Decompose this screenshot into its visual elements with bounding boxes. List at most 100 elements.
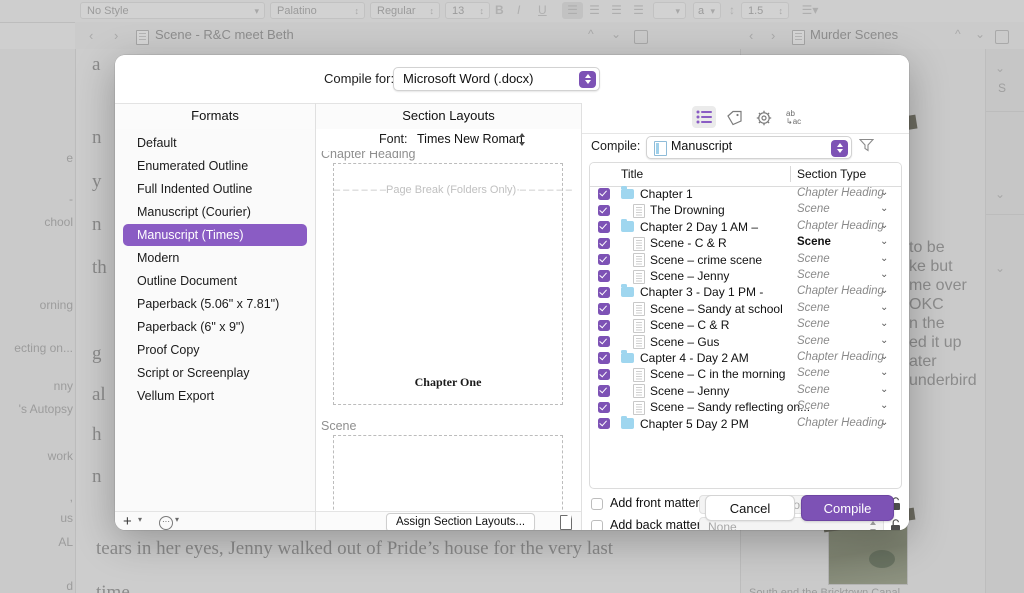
weight-dropdown[interactable]: Regular ↕ — [370, 2, 440, 19]
table-row[interactable]: The Drowning Scene ⌄ — [590, 202, 901, 218]
chevron-down-icon[interactable]: ⌄ — [880, 203, 888, 214]
row-checkbox[interactable] — [598, 253, 610, 266]
text-color-button[interactable]: a ▾ — [693, 2, 721, 19]
chevron-down-icon[interactable]: ⌄ — [880, 236, 888, 247]
replacements-icon[interactable]: ab ↳ac — [782, 106, 808, 128]
chevron-down-icon[interactable]: ⌄ — [880, 187, 888, 198]
tag-icon[interactable] — [722, 106, 746, 128]
table-row[interactable]: Scene – Jenny Scene ⌄ — [590, 383, 901, 399]
forward-icon[interactable]: › — [771, 28, 775, 43]
binder-item[interactable]: AL — [58, 535, 73, 549]
chevron-down-icon[interactable]: ⌄ — [995, 61, 1005, 75]
row-checkbox[interactable] — [598, 319, 610, 332]
chevron-down-icon[interactable]: ⌄ — [880, 335, 888, 346]
row-checkbox[interactable] — [598, 352, 610, 364]
add-format-button[interactable]: + — [123, 513, 132, 530]
table-row[interactable]: Scene – C & R Scene ⌄ — [590, 317, 901, 333]
chevron-down-icon[interactable]: ⌄ — [975, 27, 985, 41]
align-left-icon[interactable]: ☰ — [562, 2, 583, 19]
binder-item[interactable]: ecting on... — [14, 341, 73, 355]
compile-button[interactable]: Compile — [801, 495, 894, 521]
font-dropdown[interactable]: Palatino ↕ — [270, 2, 365, 19]
forward-icon[interactable]: › — [114, 28, 118, 43]
format-item-outline-document[interactable]: Outline Document — [123, 270, 307, 292]
chevron-down-icon[interactable]: ⌄ — [995, 261, 1005, 275]
section-preview-scroll[interactable]: Chapter Heading – – – – – –Page Break (F… — [316, 151, 581, 511]
chevron-up-icon[interactable]: ^ — [955, 27, 961, 41]
back-icon[interactable]: ‹ — [749, 28, 753, 43]
row-checkbox[interactable] — [598, 401, 610, 414]
bold-button[interactable]: B — [495, 3, 504, 18]
chevron-up-icon[interactable]: ^ — [588, 27, 594, 41]
table-rows[interactable]: Chapter 1 Chapter Heading ⌄ The Drowning… — [590, 186, 901, 487]
list-style-dropdown[interactable]: ▾ — [653, 2, 686, 19]
chevron-down-icon[interactable]: ⌄ — [880, 384, 888, 395]
table-row[interactable]: Scene – Sandy reflecting on... Scene ⌄ — [590, 399, 901, 415]
table-row[interactable]: Scene – Gus Scene ⌄ — [590, 334, 901, 350]
table-row[interactable]: Scene – C in the morning Scene ⌄ — [590, 366, 901, 382]
row-checkbox[interactable] — [598, 237, 610, 250]
chevron-down-icon[interactable]: ⌄ — [880, 253, 888, 264]
chevron-down-icon[interactable]: ⌄ — [611, 27, 621, 41]
section-preview-chapter-heading[interactable]: – – – – – –Page Break (Folders Only)·– –… — [333, 163, 572, 405]
table-row[interactable]: Scene - C & R Scene ⌄ — [590, 235, 901, 251]
contents-table[interactable]: Title Section Type Chapter 1 Chapter Hea… — [589, 162, 902, 489]
gear-icon[interactable] — [752, 106, 776, 128]
chevron-down-icon[interactable]: ⌄ — [880, 302, 888, 313]
underline-button[interactable]: U — [538, 3, 547, 18]
format-item-modern[interactable]: Modern — [123, 247, 307, 269]
compile-source-dropdown[interactable]: Manuscript — [646, 136, 852, 159]
format-item-default[interactable]: Default — [123, 132, 307, 154]
format-item-manuscript-courier[interactable]: Manuscript (Courier) — [123, 201, 307, 223]
assign-section-layouts-button[interactable]: Assign Section Layouts... — [386, 513, 536, 530]
table-row[interactable]: Scene – Sandy at school Scene ⌄ — [590, 301, 901, 317]
row-checkbox[interactable] — [598, 303, 610, 315]
row-checkbox[interactable] — [598, 417, 610, 430]
format-options-button[interactable]: ··· — [159, 516, 173, 530]
row-checkbox[interactable] — [598, 270, 610, 282]
row-checkbox[interactable] — [598, 286, 610, 299]
chevron-down-icon[interactable]: ⌄ — [880, 269, 888, 280]
table-row[interactable]: Scene – Jenny Scene ⌄ — [590, 268, 901, 284]
table-row[interactable]: Chapter 3 - Day 1 PM - Chapter Heading ⌄ — [590, 284, 901, 300]
table-row[interactable]: Scene – crime scene Scene ⌄ — [590, 252, 901, 268]
row-checkbox[interactable] — [598, 204, 610, 217]
row-checkbox[interactable] — [598, 335, 610, 348]
align-justify-icon[interactable]: ☰ — [628, 2, 649, 19]
chevron-down-icon[interactable]: ⌄ — [880, 367, 888, 378]
chevron-down-icon[interactable]: ⌄ — [995, 187, 1005, 201]
front-matter-checkbox[interactable] — [591, 498, 603, 510]
align-right-icon[interactable]: ☰ — [606, 2, 627, 19]
filter-icon[interactable] — [858, 138, 875, 152]
line-spacing-dropdown[interactable]: 1.5 ↕ — [741, 2, 789, 19]
format-item-vellum-export[interactable]: Vellum Export — [123, 385, 307, 407]
chevron-down-icon[interactable]: ⌄ — [880, 318, 888, 329]
page-icon[interactable] — [560, 515, 572, 530]
format-item-full-indented-outline[interactable]: Full Indented Outline — [123, 178, 307, 200]
binder-item[interactable]: nny — [54, 379, 73, 393]
bullet-list-icon[interactable]: ☰▾ — [795, 2, 825, 19]
binder-item[interactable]: orning — [40, 298, 73, 312]
formats-list[interactable]: Default Enumerated Outline Full Indented… — [115, 129, 315, 511]
chevron-down-icon[interactable]: ⌄ — [880, 220, 888, 231]
compile-for-dropdown[interactable]: Microsoft Word (.docx) — [393, 67, 600, 91]
row-checkbox[interactable] — [598, 221, 610, 233]
binder-item[interactable]: 's Autopsy — [19, 402, 73, 416]
chevron-down-icon[interactable]: ⌄ — [880, 285, 888, 296]
chevron-down-icon[interactable]: ⌄ — [880, 351, 888, 362]
table-row[interactable]: Chapter 1 Chapter Heading ⌄ — [590, 186, 901, 202]
back-matter-checkbox[interactable] — [591, 520, 603, 530]
back-icon[interactable]: ‹ — [89, 28, 93, 43]
font-value[interactable]: Times New Roman — [417, 132, 523, 146]
binder-sidebar[interactable]: e - chool orning ecting on... nny 's Aut… — [0, 49, 76, 593]
align-center-icon[interactable]: ☰ — [584, 2, 605, 19]
binder-item[interactable]: us — [60, 511, 73, 525]
format-item-manuscript-times[interactable]: Manuscript (Times) — [123, 224, 307, 246]
table-row[interactable]: Chapter 2 Day 1 AM – Chapter Heading ⌄ — [590, 218, 901, 235]
format-item-proof-copy[interactable]: Proof Copy — [123, 339, 307, 361]
binder-item[interactable]: - — [69, 192, 73, 206]
style-dropdown[interactable]: No Style ▾ — [80, 2, 265, 19]
split-view-icon[interactable] — [995, 30, 1009, 44]
binder-item[interactable]: chool — [44, 215, 73, 229]
size-dropdown[interactable]: 13 ↕ — [445, 2, 490, 19]
